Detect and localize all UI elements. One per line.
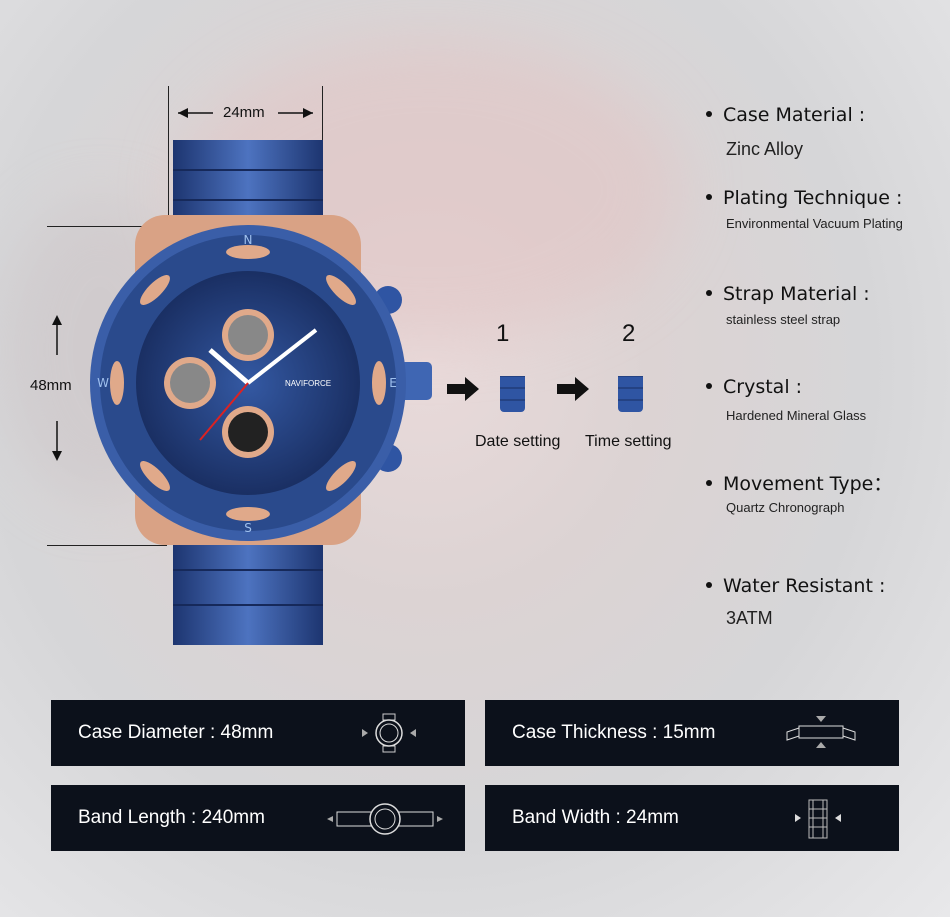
spec-value: stainless steel strap bbox=[726, 312, 841, 327]
spec-value: Quartz Chronograph bbox=[726, 500, 845, 515]
watch-image: N S W E NAVIFORCE bbox=[90, 140, 432, 645]
band-length-box: Band Length : 240mm bbox=[51, 785, 465, 851]
width-dimension-label: 24mm bbox=[223, 104, 265, 121]
spec-value: 3ATM bbox=[726, 608, 773, 628]
step-number: 1 bbox=[496, 320, 510, 347]
box-label: Band Length : 240mm bbox=[78, 807, 265, 828]
svg-text:S: S bbox=[244, 521, 252, 535]
time-setting-label: Time setting bbox=[585, 433, 672, 450]
spec-movement: Movement Type： bbox=[706, 469, 892, 496]
band-length-icon bbox=[327, 803, 443, 835]
crown-steps-icons bbox=[447, 376, 643, 412]
box-label: Band Width : 24mm bbox=[512, 807, 679, 828]
spec-value: Zinc Alloy bbox=[726, 139, 804, 159]
spec-strap: Strap Material : bbox=[706, 283, 870, 305]
svg-text:W: W bbox=[97, 376, 109, 390]
case-thickness-box: Case Thickness : 15mm bbox=[485, 700, 899, 766]
date-setting-label: Date setting bbox=[475, 433, 561, 450]
box-label: Case Diameter : 48mm bbox=[78, 722, 274, 743]
height-dimension-label: 48mm bbox=[30, 377, 72, 394]
case-thickness-icon bbox=[786, 716, 856, 748]
spec-crystal: Crystal : bbox=[706, 376, 802, 398]
spec-value: Environmental Vacuum Plating bbox=[726, 216, 903, 231]
case-diameter-box: Case Diameter : 48mm bbox=[51, 700, 465, 766]
step-number: 2 bbox=[622, 320, 636, 347]
spec-value: Hardened Mineral Glass bbox=[726, 408, 867, 423]
spec-plating: Plating Technique : bbox=[706, 187, 902, 209]
spec-water: Water Resistant : bbox=[706, 575, 885, 597]
svg-text:E: E bbox=[389, 376, 397, 390]
brand-logo: NAVIFORCE bbox=[285, 379, 331, 388]
band-width-icon bbox=[795, 799, 841, 839]
spec-case-material: Case Material : bbox=[706, 104, 865, 126]
box-label: Case Thickness : 15mm bbox=[512, 722, 716, 743]
svg-text:N: N bbox=[244, 233, 253, 247]
band-width-box: Band Width : 24mm bbox=[485, 785, 899, 851]
case-diameter-icon bbox=[362, 713, 416, 753]
